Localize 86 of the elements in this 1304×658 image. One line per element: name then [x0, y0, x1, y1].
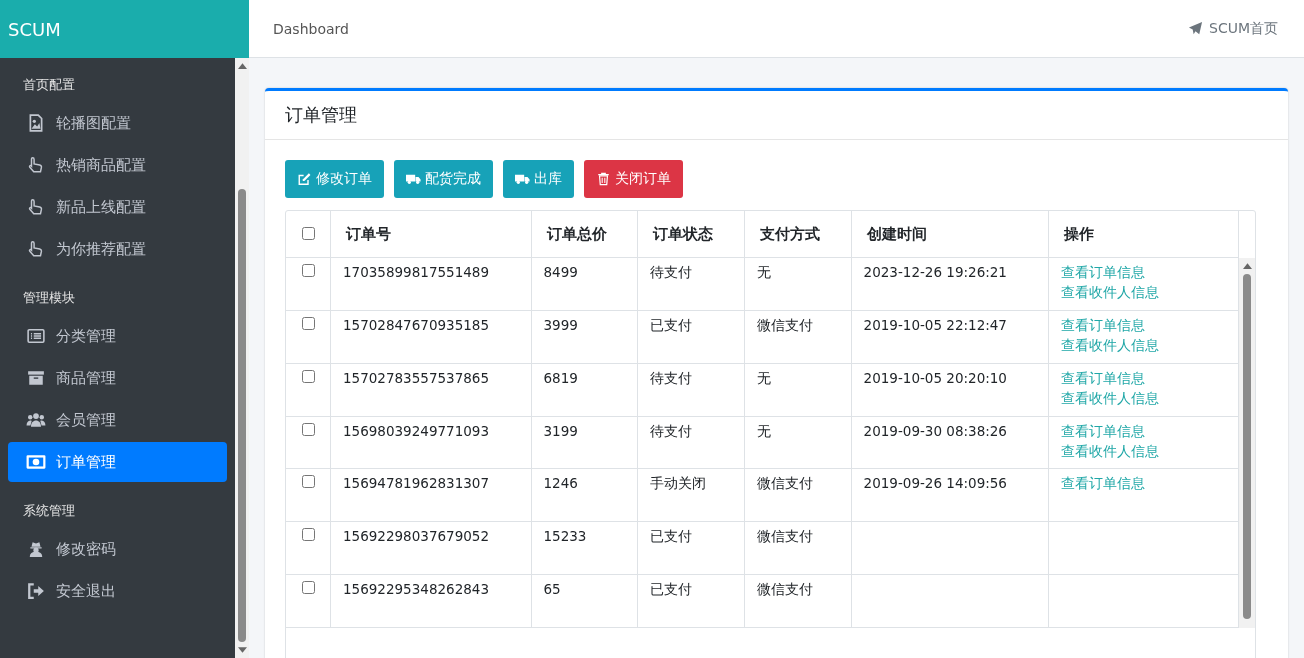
table-cell: 2019-09-30 08:38:26: [851, 416, 1049, 469]
edit-icon: [297, 172, 312, 186]
truck-icon: [406, 172, 421, 186]
sidebar-item[interactable]: 订单管理: [8, 442, 227, 482]
trash-icon: [596, 172, 611, 186]
column-header: 支付方式: [744, 211, 852, 258]
table-cell: 微信支付: [744, 310, 852, 364]
users-icon: [26, 411, 46, 429]
table-cell: 15694781962831307: [330, 468, 531, 522]
paper-plane-icon: [1188, 21, 1203, 36]
brand-title[interactable]: SCUM: [0, 0, 249, 58]
sidebar-item[interactable]: 会员管理: [8, 400, 227, 440]
sidebar-item[interactable]: 安全退出: [8, 571, 227, 611]
row-checkbox[interactable]: [301, 528, 315, 542]
nav-section-heading: 管理模块: [22, 289, 76, 307]
table-cell: 已支付: [637, 574, 745, 628]
table-cell: 15698039249771093: [330, 416, 531, 469]
sign-out-icon: [26, 582, 46, 600]
scrollbar[interactable]: [235, 58, 249, 658]
sidebar-item[interactable]: 分类管理: [8, 316, 227, 356]
table-cell: 3199: [531, 416, 638, 469]
column-header: 操作: [1048, 211, 1239, 258]
truck-icon: [515, 172, 530, 186]
breadcrumb-link[interactable]: Dashboard: [273, 20, 349, 37]
scroll-up-icon[interactable]: [1242, 261, 1252, 269]
banknote-icon: [26, 453, 46, 471]
home-link[interactable]: SCUM首页: [1188, 19, 1278, 38]
table-cell: 无: [744, 257, 852, 311]
row-checkbox[interactable]: [301, 422, 315, 436]
table-link[interactable]: 查看订单信息: [1061, 472, 1226, 496]
sidebar-item[interactable]: 商品管理: [8, 358, 227, 398]
table-cell: 待支付: [637, 416, 745, 469]
table-cell: 无: [744, 416, 852, 469]
action-button[interactable]: 配货完成: [394, 160, 493, 198]
table-cell: 微信支付: [744, 468, 852, 522]
table-cell: 15702783557537865: [330, 363, 531, 417]
scroll-down-icon[interactable]: [237, 647, 247, 654]
table-cell: 手动关闭: [637, 468, 745, 522]
table-cell: 2023-12-26 19:26:21: [851, 257, 1049, 311]
table-cell: 2019-10-05 22:12:47: [851, 310, 1049, 364]
table-link[interactable]: 查看收件人信息: [1061, 281, 1226, 304]
row-checkbox[interactable]: [301, 369, 315, 383]
table-cell: 3999: [531, 310, 638, 364]
action-button[interactable]: 修改订单: [285, 160, 384, 198]
list-icon: [26, 327, 46, 345]
table-cell: 8499: [531, 257, 638, 311]
table-cell: 15692298037679052: [330, 521, 531, 575]
action-button[interactable]: 出库: [503, 160, 574, 198]
column-header: 订单总价: [531, 211, 638, 258]
table-cell: 15233: [531, 521, 638, 575]
table-cell: 2019-10-05 20:20:10: [851, 363, 1049, 417]
table-cell: 15692295348262843: [330, 574, 531, 628]
sidebar-item[interactable]: 为你推荐配置: [8, 229, 227, 269]
table-cell: 65: [531, 574, 638, 628]
row-checkbox[interactable]: [301, 264, 315, 277]
row-checkbox[interactable]: [301, 316, 315, 330]
sidebar-item[interactable]: 新品上线配置: [8, 187, 227, 227]
table-cell: 6819: [531, 363, 638, 417]
nav-section-heading: 首页配置: [22, 76, 76, 94]
table-cell: 无: [744, 363, 852, 417]
column-header: 创建时间: [851, 211, 1049, 258]
table-cell: 2019-09-26 14:09:56: [851, 468, 1049, 522]
table-cell: 微信支付: [744, 521, 852, 575]
select-all-checkbox[interactable]: [301, 226, 315, 240]
column-header: 订单号: [330, 211, 531, 258]
archive-box-icon: [26, 369, 46, 387]
scroll-up-icon[interactable]: [237, 62, 247, 69]
table-cell: 待支付: [637, 257, 745, 311]
action-button[interactable]: 关闭订单: [584, 160, 683, 198]
table-cell: 1246: [531, 468, 638, 522]
table-cell: 已支付: [637, 521, 745, 575]
table-cell: 微信支付: [744, 574, 852, 628]
table-cell: 15702847670935185: [330, 310, 531, 364]
column-header: 订单状态: [637, 211, 745, 258]
table-cell: 17035899817551489: [330, 257, 531, 311]
scrollbar[interactable]: [1239, 257, 1255, 628]
table-cell: 已支付: [637, 310, 745, 364]
card-title: 订单管理: [285, 103, 358, 127]
sidebar-item[interactable]: 轮播图配置: [8, 103, 227, 143]
row-checkbox[interactable]: [301, 581, 315, 595]
sidebar-item[interactable]: 热销商品配置: [8, 145, 227, 185]
nav-section-heading: 系统管理: [22, 502, 76, 520]
table-cell: 待支付: [637, 363, 745, 417]
row-checkbox[interactable]: [301, 475, 315, 489]
table-link[interactable]: 查看订单信息: [1061, 261, 1226, 284]
sidebar-item[interactable]: 修改密码: [8, 529, 227, 569]
